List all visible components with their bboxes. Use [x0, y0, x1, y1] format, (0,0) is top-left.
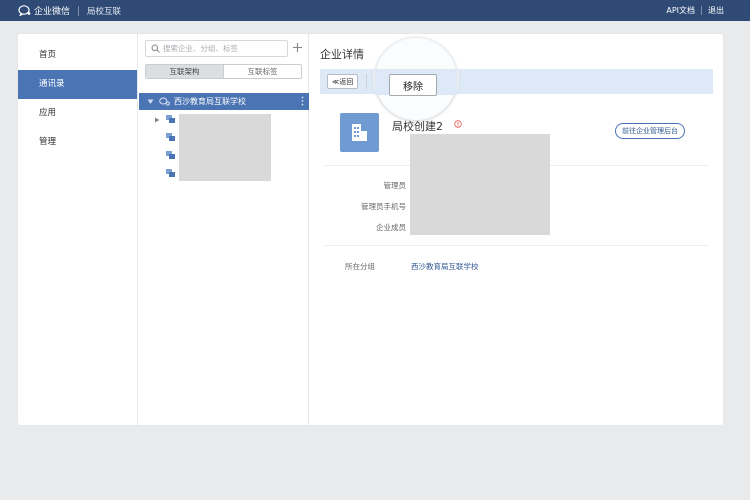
main-card: 首页 通讯录 应用 管理 互联架构 互联标签 [18, 34, 723, 425]
action-divider [366, 74, 367, 89]
nav-item-contacts[interactable]: 通讯录 [18, 70, 137, 99]
info-icon[interactable] [454, 120, 462, 128]
org-logo [340, 113, 379, 152]
nav-item-home[interactable]: 首页 [18, 41, 137, 70]
top-links-divider [701, 6, 702, 15]
left-nav: 首页 通讯录 应用 管理 [18, 34, 138, 425]
nav-item-apps[interactable]: 应用 [18, 99, 137, 128]
tree-child-node[interactable] [154, 168, 175, 180]
interconnect-icon [159, 97, 170, 106]
building-icon [352, 124, 367, 141]
tree-tab-switch: 互联架构 互联标签 [145, 64, 302, 79]
divider [324, 245, 709, 246]
tree-root-node[interactable]: 西沙教育局互联学校 [139, 93, 309, 110]
org-node-icon [166, 133, 175, 141]
org-name: 局校创建2 [392, 120, 443, 133]
product-name: 局校互联 [87, 6, 122, 17]
tab-interconnect-tags[interactable]: 互联标签 [223, 65, 301, 78]
tree-root-label: 西沙教育局互联学校 [174, 97, 246, 106]
admin-phone-label: 管理员手机号 [361, 202, 406, 211]
caret-down-icon[interactable] [147, 98, 154, 105]
remove-button[interactable]: 移除 [389, 74, 437, 96]
org-node-icon [166, 115, 175, 123]
search-input[interactable] [163, 44, 283, 53]
org-node-icon [166, 169, 175, 177]
more-vertical-icon[interactable] [301, 96, 304, 106]
brand-name: 企业微信 [34, 7, 71, 17]
magnifier-highlight: 移除 [375, 38, 457, 120]
tab-org-structure[interactable]: 互联架构 [146, 65, 223, 78]
group-label: 所在分组 [345, 262, 375, 271]
brand-divider [78, 5, 80, 16]
action-bar: ≪返回 移除 [320, 38, 713, 120]
go-admin-console-button[interactable]: 前往企业管理后台 [615, 123, 685, 139]
tree-child-node[interactable] [154, 132, 175, 144]
members-label: 企业成员 [376, 223, 406, 232]
admin-label: 管理员 [383, 181, 407, 190]
detail-panel: 企业详情 ≪返回 移除 局校创建2 前往企业管理后台 管理员 管理员手机号 企业… [310, 34, 723, 425]
nav-item-manage[interactable]: 管理 [18, 128, 137, 157]
page-title: 企业详情 [320, 48, 364, 61]
back-button[interactable]: ≪返回 [327, 74, 359, 89]
tree-child-node[interactable] [154, 114, 175, 126]
redacted-area [410, 134, 550, 235]
brand[interactable]: 企业微信 [18, 4, 70, 17]
tree-child-node[interactable] [154, 150, 175, 162]
add-icon[interactable] [292, 42, 303, 53]
wecom-logo-icon [18, 5, 31, 16]
search-box[interactable] [145, 40, 288, 57]
org-node-icon [166, 151, 175, 159]
top-links: API文档 退出 [666, 0, 724, 21]
search-icon [151, 44, 160, 53]
caret-right-icon[interactable] [154, 117, 160, 123]
redacted-area [179, 114, 271, 181]
group-link[interactable]: 西沙教育局互联学校 [411, 261, 479, 272]
org-tree-panel: 互联架构 互联标签 西沙教育局互联学校 [139, 34, 309, 425]
top-bar: 企业微信 局校互联 API文档 退出 [0, 0, 750, 21]
logout-link[interactable]: 退出 [708, 5, 724, 16]
api-docs-link[interactable]: API文档 [666, 5, 695, 16]
